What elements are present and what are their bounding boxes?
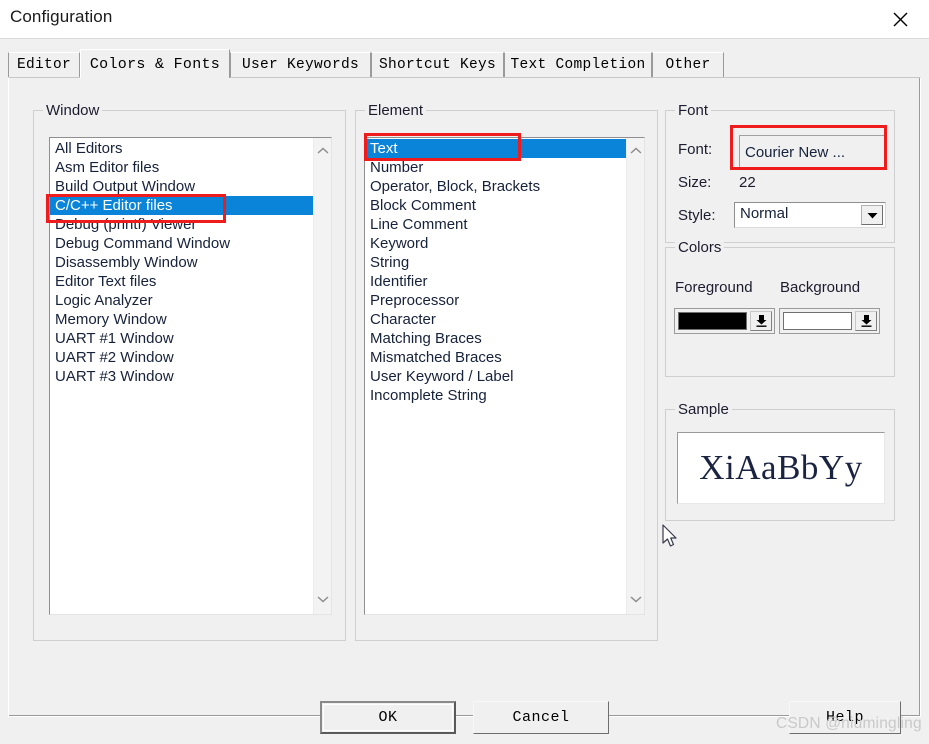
tab-label: Shortcut Keys (378, 57, 497, 73)
tab-colors-and-fonts[interactable]: Colors & Fonts (80, 49, 230, 78)
list-item[interactable]: Identifier (365, 272, 626, 291)
size-field-label: Size: (678, 174, 712, 191)
element-list-items: Text Number Operator, Block, Brackets Bl… (365, 139, 626, 614)
background-color-picker[interactable] (779, 308, 880, 334)
colors-group: Colors Foreground Background (665, 239, 895, 377)
list-item[interactable]: Operator, Block, Brackets (365, 177, 626, 196)
tab-editor[interactable]: Editor (8, 52, 80, 77)
colors-group-label: Colors (675, 239, 725, 256)
cancel-button-label: Cancel (512, 709, 570, 726)
foreground-color-swatch (678, 312, 747, 330)
list-item-selected[interactable]: Text (365, 139, 626, 158)
background-label: Background (780, 279, 861, 296)
sample-group: Sample XiAaBbYy (665, 401, 895, 521)
tab-label: User Keywords (241, 57, 360, 73)
list-item[interactable]: Matching Braces (365, 329, 626, 348)
tab-label: Editor (16, 57, 71, 73)
window-title: Configuration (10, 7, 113, 26)
list-item[interactable]: Logic Analyzer (50, 291, 313, 310)
list-item[interactable]: Character (365, 310, 626, 329)
background-dropdown-icon[interactable] (855, 311, 877, 331)
list-item[interactable]: Keyword (365, 234, 626, 253)
font-name-field[interactable]: Courier New ... (739, 135, 886, 169)
font-name-value: Courier New ... (745, 143, 846, 161)
list-item[interactable]: Asm Editor files (50, 158, 313, 177)
scroll-up-icon[interactable] (627, 142, 644, 160)
list-item[interactable]: UART #1 Window (50, 329, 313, 348)
ok-button-label: OK (378, 709, 398, 726)
window-group-label: Window (43, 102, 103, 119)
style-value: Normal (740, 205, 789, 222)
list-item[interactable]: String (365, 253, 626, 272)
title-bar: Configuration (0, 0, 929, 38)
font-group-label: Font (675, 102, 712, 119)
watermark: CSDN @niumingling (776, 715, 922, 732)
style-field-label: Style: (678, 207, 716, 224)
scroll-down-icon[interactable] (314, 590, 331, 608)
cancel-button[interactable]: Cancel (473, 701, 609, 734)
chevron-down-icon[interactable] (861, 205, 883, 225)
list-item[interactable]: All Editors (50, 139, 313, 158)
background-color-swatch (783, 312, 852, 330)
element-list-scrollbar[interactable] (626, 138, 644, 614)
tab-strip: Editor Colors & Fonts User Keywords Shor… (8, 49, 921, 78)
size-value: 22 (739, 174, 756, 191)
window-list-scrollbar[interactable] (313, 138, 331, 614)
list-item[interactable]: Debug Command Window (50, 234, 313, 253)
element-group: Element Text Number Operator, Block, Bra… (355, 102, 658, 641)
sample-text: XiAaBbYy (699, 448, 863, 487)
list-item[interactable]: UART #2 Window (50, 348, 313, 367)
close-button[interactable] (877, 0, 923, 38)
ok-button[interactable]: OK (320, 701, 456, 734)
foreground-color-picker[interactable] (674, 308, 775, 334)
list-item-selected[interactable]: C/C++ Editor files (50, 196, 313, 215)
list-item[interactable]: Number (365, 158, 626, 177)
list-item[interactable]: Disassembly Window (50, 253, 313, 272)
foreground-label: Foreground (675, 279, 753, 296)
list-item[interactable]: Mismatched Braces (365, 348, 626, 367)
font-field-label: Font: (678, 141, 713, 158)
list-item[interactable]: Preprocessor (365, 291, 626, 310)
list-item[interactable]: Debug (printf) Viewer (50, 215, 313, 234)
font-group: Font Font: Courier New ... Size: 22 Styl… (665, 102, 895, 243)
window-group: Window All Editors Asm Editor files Buil… (33, 102, 346, 641)
element-group-label: Element (365, 102, 427, 119)
sample-preview-box: XiAaBbYy (677, 432, 885, 504)
tab-other[interactable]: Other (652, 52, 724, 77)
list-item[interactable]: Editor Text files (50, 272, 313, 291)
list-item[interactable]: Memory Window (50, 310, 313, 329)
window-listbox[interactable]: All Editors Asm Editor files Build Outpu… (49, 137, 332, 615)
close-x-icon (893, 12, 908, 27)
tab-label: Colors & Fonts (89, 55, 221, 73)
list-item[interactable]: Block Comment (365, 196, 626, 215)
list-item[interactable]: Incomplete String (365, 386, 626, 405)
tab-text-completion[interactable]: Text Completion (504, 52, 652, 77)
scroll-down-icon[interactable] (627, 590, 644, 608)
tab-user-keywords[interactable]: User Keywords (230, 52, 371, 77)
sample-group-label: Sample (675, 401, 732, 418)
scroll-up-icon[interactable] (314, 142, 331, 160)
configuration-dialog: Editor Colors & Fonts User Keywords Shor… (0, 38, 929, 744)
tab-shortcut-keys[interactable]: Shortcut Keys (371, 52, 504, 77)
window-list-items: All Editors Asm Editor files Build Outpu… (50, 139, 313, 614)
list-item[interactable]: UART #3 Window (50, 367, 313, 386)
style-combobox[interactable]: Normal (734, 202, 886, 228)
element-listbox[interactable]: Text Number Operator, Block, Brackets Bl… (364, 137, 645, 615)
foreground-dropdown-icon[interactable] (750, 311, 772, 331)
list-item[interactable]: Line Comment (365, 215, 626, 234)
tab-label: Other (665, 57, 711, 73)
list-item[interactable]: Build Output Window (50, 177, 313, 196)
list-item[interactable]: User Keyword / Label (365, 367, 626, 386)
tab-label: Text Completion (510, 57, 646, 73)
